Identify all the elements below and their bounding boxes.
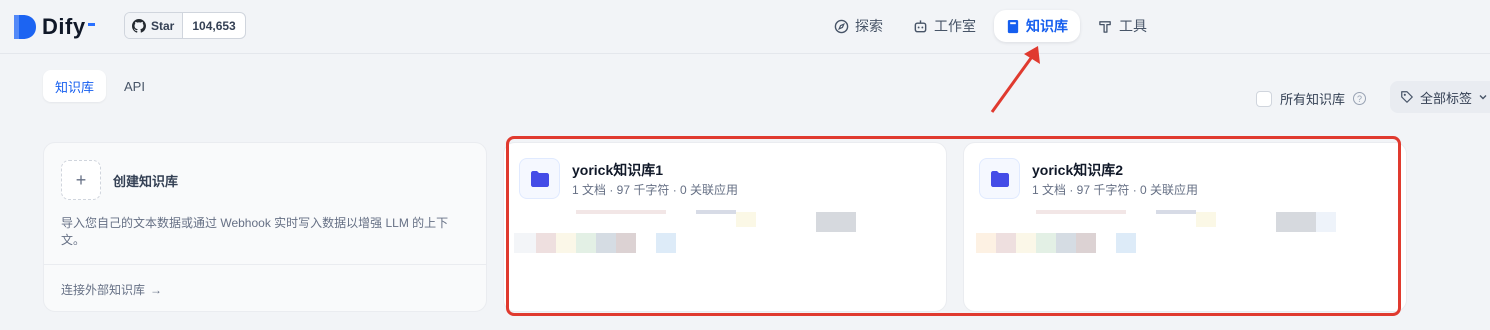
- all-knowledge-label: 所有知识库: [1280, 92, 1346, 107]
- nav-tools-label: 工具: [1119, 18, 1147, 34]
- plus-icon: +: [61, 160, 101, 200]
- dataset-tabs: 知识库 API: [43, 70, 163, 102]
- nav-knowledge-label: 知识库: [1026, 18, 1068, 34]
- robot-icon: [914, 19, 927, 32]
- hammer-icon: [1099, 20, 1111, 33]
- github-star-count: 104,653: [192, 18, 236, 33]
- create-knowledge-title: 创建知识库: [113, 173, 179, 189]
- nav-tools[interactable]: 工具: [1086, 10, 1159, 42]
- github-icon: [132, 18, 146, 33]
- nav-explore-label: 探索: [855, 18, 883, 34]
- logo-text: Dify: [42, 14, 86, 39]
- dataset-name: yorick知识库2: [1032, 162, 1124, 178]
- tab-knowledge[interactable]: 知识库: [43, 70, 107, 102]
- create-knowledge-header[interactable]: + 创建知识库: [61, 160, 178, 200]
- all-knowledge-checkbox[interactable]: [1256, 90, 1272, 107]
- logo-underscore: [87, 23, 95, 26]
- divider: [44, 264, 486, 265]
- dataset-meta: 1 文档 · 97 千字符 · 0 关联应用: [1032, 183, 1199, 197]
- book-icon: [1007, 19, 1019, 33]
- nav-studio[interactable]: 工作室: [901, 10, 988, 42]
- help-icon[interactable]: ?: [1353, 92, 1367, 105]
- compass-icon: [834, 19, 849, 33]
- nav-studio-label: 工作室: [934, 18, 976, 34]
- dify-logo-icon: [14, 15, 36, 39]
- tag-filter-label: 全部标签: [1420, 90, 1473, 106]
- tag-icon: [1401, 91, 1413, 103]
- folder-icon: [990, 170, 1009, 187]
- dataset-description-blurred: [514, 207, 936, 267]
- github-star-badge[interactable]: Star 104,653: [124, 12, 246, 39]
- dataset-meta: 1 文档 · 97 千字符 · 0 关联应用: [572, 183, 739, 197]
- top-header: Dify Star 104,653 探索 工作室 知识库 工具: [0, 0, 1490, 54]
- github-star-label: Star: [151, 18, 175, 33]
- dify-logo[interactable]: Dify: [12, 12, 95, 42]
- create-knowledge-card[interactable]: + 创建知识库 导入您自己的文本数据或通过 Webhook 实时写入数据以增强 …: [43, 142, 487, 312]
- chevron-down-icon: [1479, 95, 1487, 100]
- dataset-name: yorick知识库1: [572, 162, 664, 178]
- connect-external-knowledge-link[interactable]: 连接外部知识库 →: [61, 281, 162, 298]
- dataset-card[interactable]: yorick知识库1 1 文档 · 97 千字符 · 0 关联应用: [503, 142, 947, 312]
- connect-external-label: 连接外部知识库: [61, 283, 146, 297]
- github-star-button[interactable]: Star: [125, 13, 184, 38]
- arrow-right-icon: →: [150, 282, 163, 297]
- dataset-icon: [519, 158, 560, 199]
- nav-explore[interactable]: 探索: [822, 10, 895, 42]
- all-knowledge-filter[interactable]: 所有知识库 ?: [1256, 89, 1367, 108]
- dataset-description-blurred: [974, 207, 1396, 267]
- dataset-icon: [979, 158, 1020, 199]
- folder-icon: [530, 170, 549, 187]
- create-knowledge-description: 导入您自己的文本数据或通过 Webhook 实时写入数据以增强 LLM 的上下文…: [61, 216, 449, 247]
- dataset-card[interactable]: yorick知识库2 1 文档 · 97 千字符 · 0 关联应用: [963, 142, 1407, 312]
- tab-api[interactable]: API: [112, 70, 157, 102]
- tag-filter-dropdown[interactable]: 全部标签: [1390, 81, 1490, 113]
- nav-knowledge[interactable]: 知识库: [994, 10, 1080, 42]
- main-nav: 探索 工作室 知识库 工具: [822, 10, 1165, 42]
